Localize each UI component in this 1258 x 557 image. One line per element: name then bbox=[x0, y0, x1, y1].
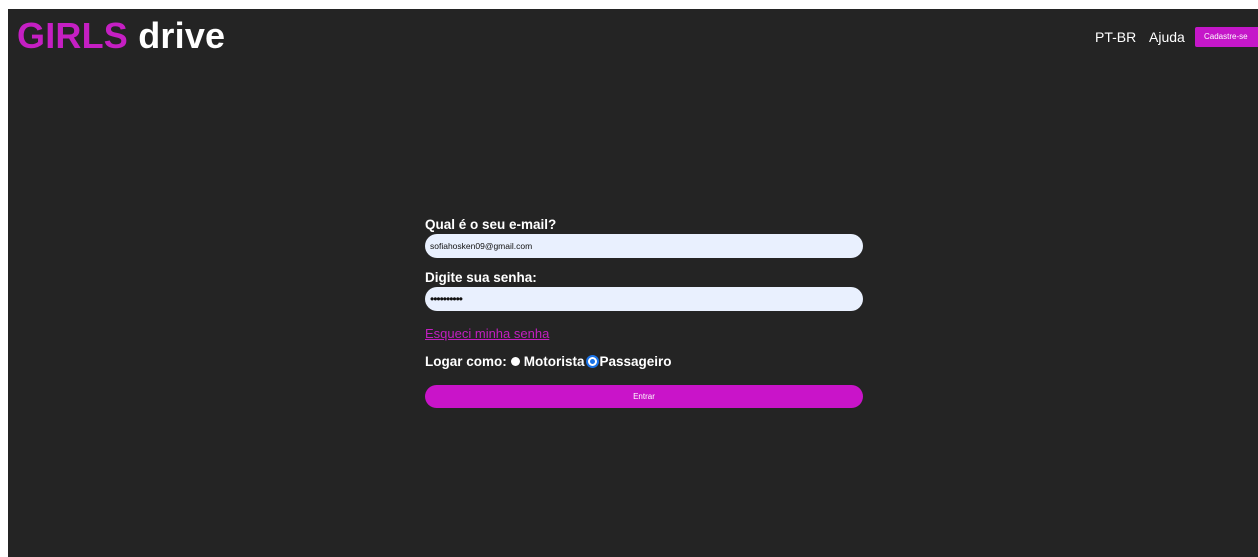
logo-accent-text: GIRLS bbox=[17, 15, 129, 56]
help-link[interactable]: Ajuda bbox=[1149, 28, 1185, 46]
password-field[interactable] bbox=[425, 287, 863, 311]
login-as-group: Logar como: Motorista Passageiro bbox=[425, 353, 672, 370]
radio-passageiro[interactable] bbox=[585, 355, 599, 368]
login-as-label: Logar como: bbox=[425, 354, 507, 369]
password-label: Digite sua senha: bbox=[425, 270, 537, 285]
language-selector[interactable]: PT-BR bbox=[1095, 28, 1136, 46]
forgot-password-link[interactable]: Esqueci minha senha bbox=[425, 325, 549, 342]
email-label: Qual é o seu e-mail? bbox=[425, 217, 557, 232]
radio-motorista[interactable] bbox=[510, 357, 520, 366]
radio-passageiro-label[interactable]: Passageiro bbox=[600, 353, 672, 370]
radio-motorista-label[interactable]: Motorista bbox=[524, 353, 585, 370]
email-field[interactable] bbox=[425, 234, 863, 258]
logo-text: drive bbox=[128, 15, 226, 56]
login-button[interactable]: Entrar bbox=[425, 385, 863, 408]
signup-button[interactable]: Cadastre-se bbox=[1195, 27, 1258, 47]
brand-logo[interactable]: GIRLS drive bbox=[17, 15, 225, 57]
app-window: GIRLS drive PT-BR Ajuda Cadastre-se Qual… bbox=[8, 9, 1258, 557]
